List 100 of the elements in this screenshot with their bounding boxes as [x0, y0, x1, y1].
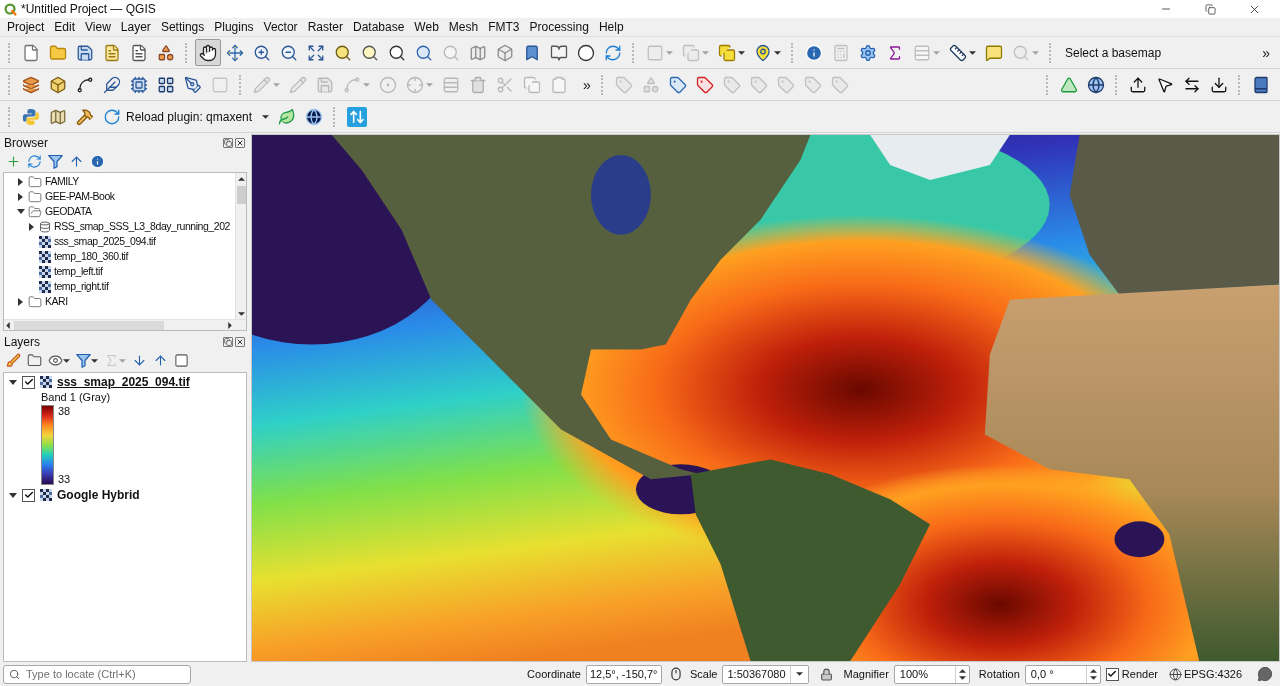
- bookmark-icon: [523, 43, 541, 62]
- panel-tool-button[interactable]: [4, 351, 23, 370]
- close-button[interactable]: [235, 336, 245, 347]
- menu-item[interactable]: Raster: [302, 17, 348, 37]
- magnifier-icon: [334, 43, 352, 62]
- menu-item[interactable]: Vector: [258, 17, 303, 37]
- menu-item[interactable]: Project: [2, 17, 50, 37]
- document-icon: [130, 43, 148, 62]
- caret-down-icon[interactable]: [16, 209, 25, 214]
- visibility-checkbox[interactable]: [22, 488, 35, 502]
- scale-combobox[interactable]: 1:50367080: [722, 664, 809, 684]
- panel-tool-button[interactable]: [172, 351, 191, 370]
- menu-item[interactable]: Help: [593, 17, 629, 37]
- panel-tool-button[interactable]: [88, 152, 107, 171]
- caret-down-icon[interactable]: [9, 492, 17, 498]
- undock-button[interactable]: [223, 137, 233, 148]
- speech-bubble-icon: [985, 43, 1003, 62]
- browser-item[interactable]: temp_180_360.tif: [27, 249, 235, 264]
- menu-item[interactable]: View: [80, 17, 116, 37]
- save-icon: [76, 43, 94, 62]
- tree-item[interactable]: Google Hybrid: [9, 487, 246, 503]
- checker-icon: [39, 235, 51, 248]
- crs-button[interactable]: EPSG:4326: [1168, 665, 1242, 683]
- pencil-icon: [253, 75, 271, 94]
- cursor-icon: [1156, 75, 1174, 94]
- browser-item[interactable]: KARI: [16, 294, 235, 309]
- close-button[interactable]: [235, 137, 245, 148]
- menu-item[interactable]: FMT3: [483, 17, 525, 37]
- overflow-button[interactable]: »: [1258, 45, 1274, 60]
- sigma-icon: [104, 353, 119, 368]
- clock-icon: [577, 43, 595, 62]
- horizontal-scrollbar[interactable]: [4, 319, 246, 330]
- overflow-button[interactable]: »: [579, 77, 595, 92]
- caret-down-icon[interactable]: [9, 379, 17, 385]
- plugin-reload-button[interactable]: Reload plugin: qmaxent: [99, 103, 274, 130]
- scrollbar-thumb[interactable]: [236, 186, 246, 204]
- plus-icon: [6, 154, 21, 169]
- scissors-icon: [496, 75, 514, 94]
- magnifier-icon: [1012, 43, 1030, 62]
- menu-item[interactable]: Edit: [49, 17, 81, 37]
- menu-item[interactable]: Processing: [524, 17, 594, 37]
- swap-arrows-icon: [1183, 75, 1201, 94]
- folder-icon: [28, 189, 42, 204]
- panel-tool-button[interactable]: [25, 152, 44, 171]
- caret-up-icon: [958, 668, 966, 673]
- browser-item[interactable]: GEODATA: [16, 204, 235, 219]
- document-icon: [103, 43, 121, 62]
- caret-right-icon[interactable]: [18, 192, 23, 201]
- square-icon: [174, 353, 189, 368]
- database-icon: [39, 220, 51, 233]
- render-label: Render: [1121, 666, 1158, 682]
- menu-item[interactable]: Settings: [155, 17, 210, 37]
- triangle-icon: [1060, 75, 1078, 94]
- up-down-arrows-icon: [347, 106, 368, 127]
- menu-item[interactable]: Plugins: [209, 17, 259, 37]
- undock-button[interactable]: [223, 336, 233, 347]
- locator-field[interactable]: Type to locate (Ctrl+K): [3, 664, 191, 684]
- menu-item[interactable]: Database: [347, 17, 410, 37]
- browser-item[interactable]: GEE-PAM-Book: [16, 189, 235, 204]
- render-checkbox[interactable]: [1105, 667, 1119, 681]
- layers-panel-title: Layers: [4, 333, 41, 351]
- messages-button[interactable]: [1257, 666, 1273, 682]
- map-icon: [469, 43, 487, 62]
- coordinate-label: Coordinate: [527, 666, 581, 682]
- vertical-scrollbar[interactable]: [235, 173, 246, 319]
- magnifier-icon: [361, 43, 379, 62]
- folder-icon: [28, 174, 42, 189]
- tool-button[interactable]: [195, 39, 221, 66]
- hammer-icon: [76, 107, 94, 126]
- browser-item[interactable]: FAMILY: [16, 174, 235, 189]
- browser-item[interactable]: temp_left.tif: [27, 264, 235, 279]
- tree-item[interactable]: sss_smap_2025_094.tif: [9, 374, 246, 390]
- caret-right-icon[interactable]: [18, 177, 23, 186]
- ruler-icon: [949, 43, 967, 62]
- visibility-checkbox[interactable]: [22, 375, 35, 389]
- browser-item[interactable]: RSS_smap_SSS_L3_8day_running_202: [27, 219, 235, 234]
- search-icon: [9, 668, 20, 680]
- browser-item[interactable]: temp_right.tif: [27, 279, 235, 294]
- calculator-icon: [832, 43, 850, 62]
- panel-tool-button[interactable]: [74, 351, 100, 370]
- menu-item[interactable]: Web: [409, 17, 444, 37]
- book-icon: [1252, 75, 1270, 94]
- menu-item[interactable]: Mesh: [443, 17, 484, 37]
- upload-icon: [1129, 75, 1147, 94]
- caret-right-icon[interactable]: [29, 222, 34, 231]
- rotation-spinbox[interactable]: 0,0 °: [1024, 664, 1101, 684]
- browser-item[interactable]: sss_smap_2025_094.tif: [27, 234, 235, 249]
- basemap-selector[interactable]: Select a basemap: [1065, 43, 1162, 62]
- menu-item[interactable]: Layer: [115, 17, 156, 37]
- caret-right-icon[interactable]: [18, 297, 23, 306]
- globe-icon: [305, 107, 324, 126]
- square-icon: [211, 75, 229, 94]
- scrollbar-thumb[interactable]: [14, 320, 164, 330]
- magnifier-spinbox[interactable]: 100%: [893, 664, 970, 684]
- coordinate-field[interactable]: 12,5°, -150,7°: [585, 664, 662, 684]
- checker-icon: [40, 376, 52, 388]
- funnel-icon: [76, 353, 91, 368]
- info-icon: [805, 43, 823, 62]
- panel-tool-button[interactable]: [46, 152, 65, 171]
- save-icon: [316, 75, 334, 94]
